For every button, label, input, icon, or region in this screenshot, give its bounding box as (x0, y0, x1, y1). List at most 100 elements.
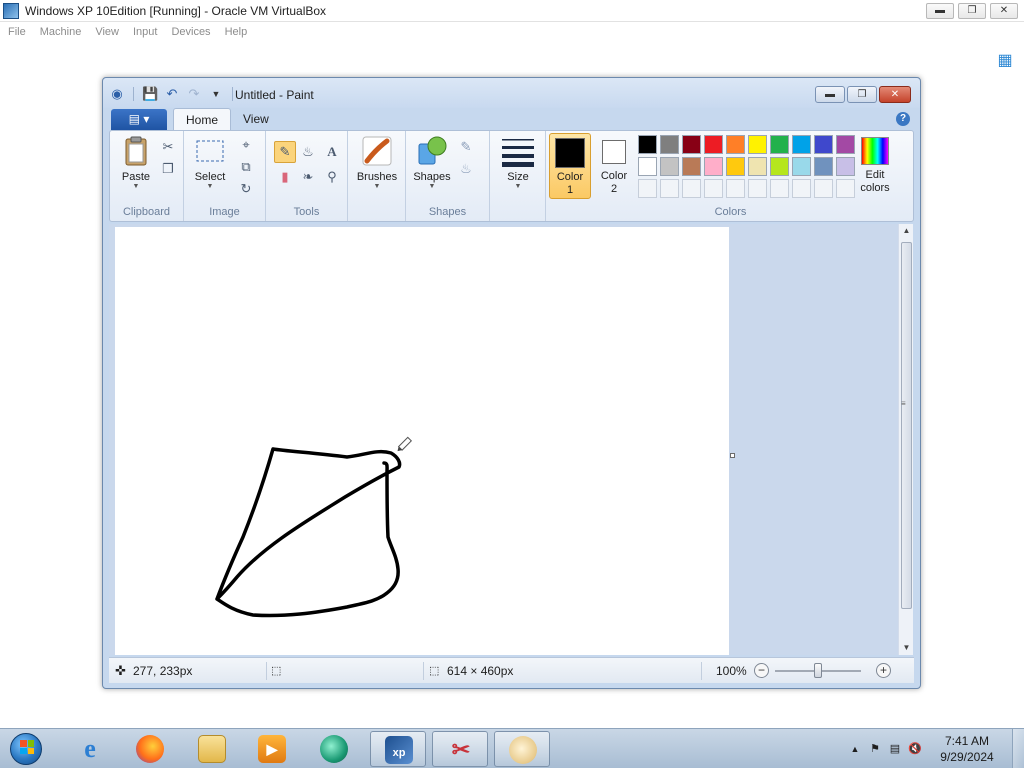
color1-button[interactable]: Color 1 (549, 133, 591, 199)
palette-swatch[interactable] (638, 157, 657, 176)
palette-custom-slot[interactable] (660, 179, 679, 198)
vbox-menu-devices[interactable]: Devices (171, 26, 210, 38)
palette-swatch[interactable] (704, 157, 723, 176)
copy-icon[interactable]: ❐ (158, 159, 178, 179)
select-button[interactable]: Select ▼ (188, 135, 232, 197)
system-clock[interactable]: 7:41 AM 9/29/2024 (934, 733, 1000, 765)
volume-muted-icon[interactable]: 🔇 (908, 742, 922, 756)
shape-fill-icon[interactable]: ♨ (456, 159, 476, 179)
windows-flag-icon (20, 740, 34, 754)
palette-swatch[interactable] (682, 135, 701, 154)
help-icon[interactable]: ? (896, 112, 910, 126)
color2-label: Color (600, 170, 628, 182)
palette-custom-slot[interactable] (704, 179, 723, 198)
paint-app-menu-button[interactable]: ▤ ▾ (111, 109, 167, 130)
paint-maximize-button[interactable]: ❐ (847, 86, 877, 103)
text-icon[interactable]: A (322, 142, 342, 162)
vbox-minimize-button[interactable]: ▬ (926, 3, 954, 19)
vbox-menu-input[interactable]: Input (133, 26, 157, 38)
customize-qat-icon[interactable]: ▼ (208, 86, 224, 102)
paint-close-button[interactable]: ✕ (879, 86, 911, 103)
palette-custom-slot[interactable] (726, 179, 745, 198)
vbox-menubar: File Machine View Input Devices Help (0, 22, 1024, 42)
palette-custom-slot[interactable] (638, 179, 657, 198)
start-button[interactable] (3, 730, 49, 768)
show-hidden-icons-icon[interactable]: ▲ (848, 742, 862, 756)
vbox-menu-view[interactable]: View (95, 26, 119, 38)
notification-info-icon[interactable]: ▦ (996, 52, 1014, 70)
cut-icon[interactable]: ✂ (158, 137, 178, 157)
vbox-menu-file[interactable]: File (8, 26, 26, 38)
action-center-flag-icon[interactable]: ⚑ (868, 742, 882, 756)
fill-icon[interactable]: ♨ (298, 142, 318, 162)
paint-minimize-button[interactable]: ▬ (815, 86, 845, 103)
taskbar-app-teal[interactable] (306, 731, 362, 767)
taskbar-paint[interactable] (494, 731, 550, 767)
save-icon[interactable]: 💾 (142, 86, 158, 102)
palette-custom-slot[interactable] (748, 179, 767, 198)
resize-icon[interactable]: ⧉ (236, 157, 256, 177)
vbox-close-button[interactable]: ✕ (990, 3, 1018, 19)
zoom-slider-thumb[interactable] (814, 663, 822, 678)
status-separator-2 (423, 662, 424, 680)
paste-button[interactable]: Paste ▼ (114, 135, 158, 197)
outline-icon[interactable]: ✎ (456, 137, 476, 157)
tab-view[interactable]: View (231, 108, 281, 130)
palette-custom-slot[interactable] (792, 179, 811, 198)
taskbar-explorer[interactable] (184, 731, 240, 767)
size-button[interactable]: Size ▼ (496, 135, 540, 197)
color1-number: 1 (566, 184, 574, 196)
palette-swatch[interactable] (814, 157, 833, 176)
taskbar-firefox[interactable] (122, 731, 178, 767)
redo-icon[interactable]: ↷ (186, 86, 202, 102)
clock-date: 9/29/2024 (940, 750, 994, 764)
rotate-icon[interactable]: ↻ (236, 179, 256, 199)
vertical-scrollbar[interactable]: ▲ ≡ ▼ (898, 224, 913, 655)
scroll-up-arrow-icon[interactable]: ▲ (899, 224, 914, 238)
palette-swatch[interactable] (638, 135, 657, 154)
drawing-canvas[interactable] (115, 227, 729, 655)
palette-swatch[interactable] (704, 135, 723, 154)
shapes-button[interactable]: Shapes ▼ (410, 135, 454, 197)
taskbar-snipping-tool[interactable]: ✂ (432, 731, 488, 767)
palette-swatch[interactable] (726, 157, 745, 176)
taskbar-internet-explorer[interactable]: e (62, 731, 118, 767)
palette-swatch[interactable] (770, 157, 789, 176)
zoom-in-button[interactable]: + (876, 663, 891, 678)
palette-swatch[interactable] (748, 157, 767, 176)
color-picker-icon[interactable]: ❧ (298, 167, 318, 187)
palette-swatch[interactable] (682, 157, 701, 176)
palette-custom-slot[interactable] (682, 179, 701, 198)
vbox-maximize-button[interactable]: ❐ (958, 3, 986, 19)
scroll-down-arrow-icon[interactable]: ▼ (899, 641, 914, 655)
palette-swatch[interactable] (814, 135, 833, 154)
color2-button[interactable]: Color 2 (593, 133, 635, 199)
vbox-menu-help[interactable]: Help (225, 26, 248, 38)
teal-circle-app-icon (320, 735, 348, 763)
undo-icon[interactable]: ↶ (164, 86, 180, 102)
palette-swatch[interactable] (726, 135, 745, 154)
palette-swatch[interactable] (748, 135, 767, 154)
canvas-resize-handle-right[interactable] (730, 453, 735, 458)
taskbar-media-player[interactable]: ▶ (244, 731, 300, 767)
edit-colors-button[interactable]: Edit colors (851, 135, 899, 197)
show-desktop-button[interactable] (1012, 729, 1024, 768)
taskbar-virtualbox-xp[interactable]: xp (370, 731, 426, 767)
magnifier-icon[interactable]: ⚲ (322, 167, 342, 187)
tab-home[interactable]: Home (173, 108, 232, 130)
crop-icon[interactable]: ⌖ (236, 135, 256, 155)
palette-swatch[interactable] (660, 135, 679, 154)
palette-custom-slot[interactable] (770, 179, 789, 198)
palette-swatch[interactable] (660, 157, 679, 176)
palette-swatch[interactable] (770, 135, 789, 154)
eraser-icon[interactable]: ▮ (275, 167, 295, 187)
pencil-icon[interactable]: ✎ (274, 141, 296, 163)
palette-swatch[interactable] (792, 157, 811, 176)
palette-custom-slot[interactable] (814, 179, 833, 198)
vbox-menu-machine[interactable]: Machine (40, 26, 82, 38)
zoom-out-button[interactable]: − (754, 663, 769, 678)
scrollbar-thumb[interactable] (901, 242, 912, 609)
palette-swatch[interactable] (792, 135, 811, 154)
brushes-button[interactable]: Brushes ▼ (352, 135, 402, 197)
network-icon[interactable]: ▤ (888, 742, 902, 756)
